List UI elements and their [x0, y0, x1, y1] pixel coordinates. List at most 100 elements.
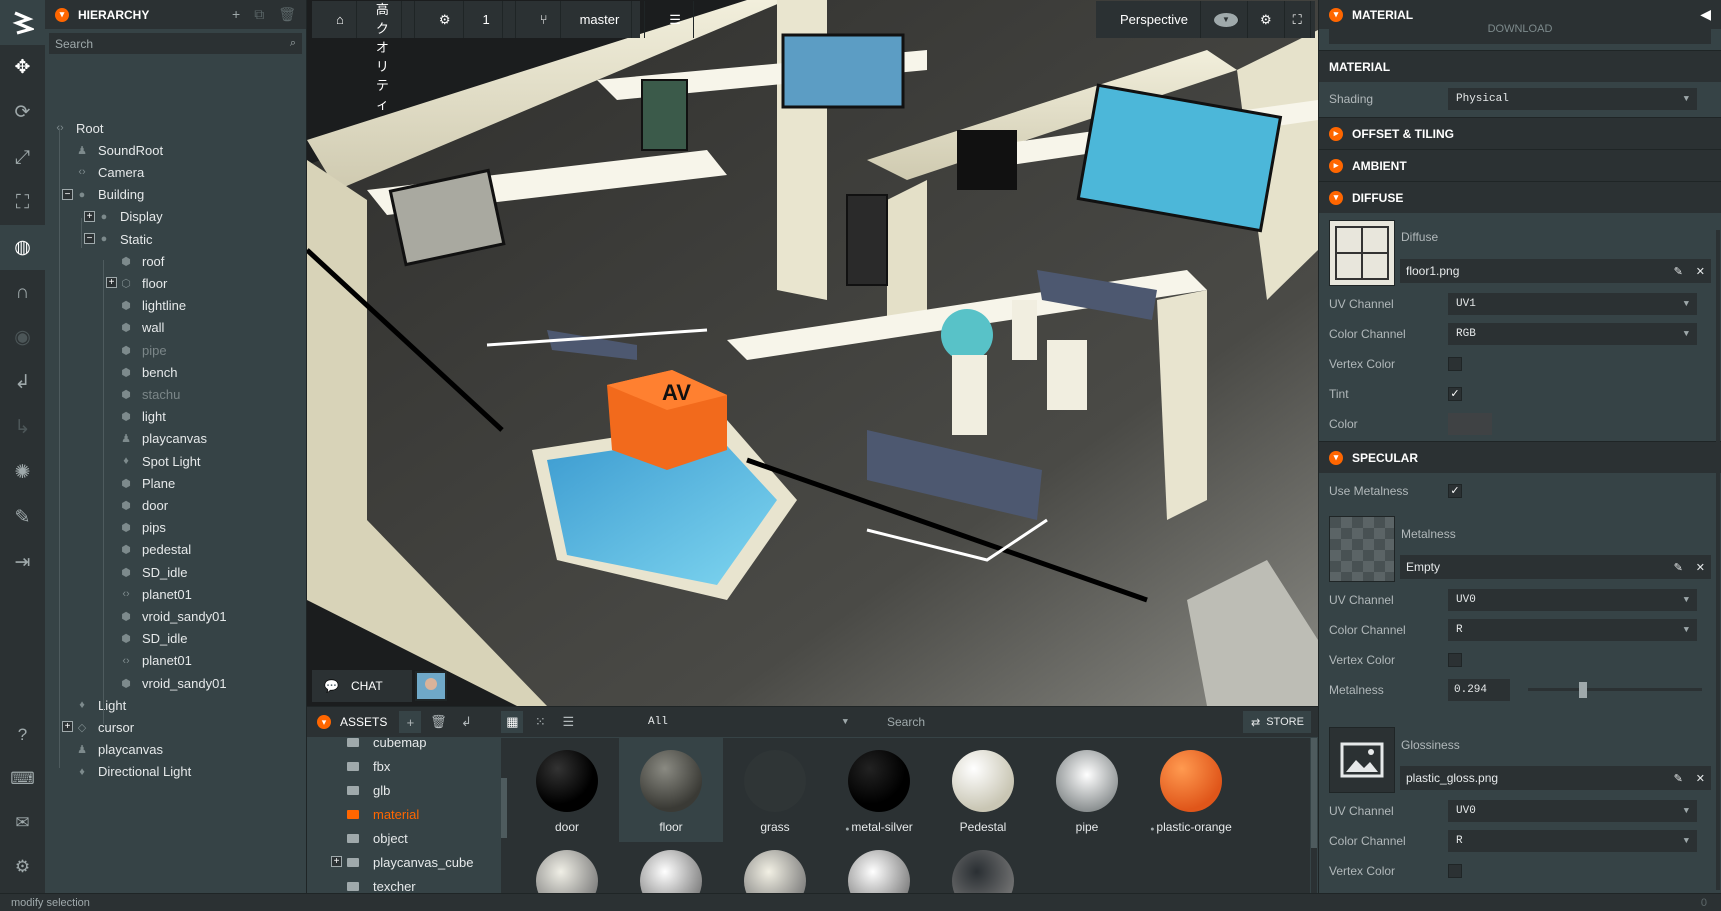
hierarchy-node[interactable]: ⬢ pipe: [119, 338, 166, 362]
redo-icon[interactable]: ↳: [0, 405, 45, 450]
world-space-icon[interactable]: ◍: [0, 225, 45, 270]
hierarchy-node[interactable]: ⬢ SD_idle: [119, 627, 187, 651]
playcanvas-logo[interactable]: [0, 0, 45, 45]
metalness-texture-thumbnail[interactable]: [1329, 516, 1395, 582]
hierarchy-node[interactable]: ⬢ SD_idle: [119, 560, 187, 584]
hierarchy-node[interactable]: ♟ SoundRoot: [75, 138, 163, 162]
hierarchy-node[interactable]: ● Display: [97, 205, 163, 229]
use-metalness-checkbox[interactable]: ✓: [1448, 484, 1462, 498]
hierarchy-search-input[interactable]: Search ⌕: [49, 33, 302, 54]
settings-gear-icon[interactable]: ⚙: [0, 852, 45, 882]
color-swatch[interactable]: [1448, 413, 1492, 435]
material-asset[interactable]: pipe: [1035, 738, 1139, 842]
expand-toggle-icon[interactable]: +: [62, 721, 73, 733]
delete-icon[interactable]: 🗑: [278, 6, 296, 23]
shading-select[interactable]: Physical ▼: [1448, 88, 1697, 110]
hierarchy-node[interactable]: ⬢ lightline: [119, 294, 186, 318]
vertex-color-checkbox[interactable]: [1448, 864, 1462, 878]
viewport-settings-icon[interactable]: ⚙: [1247, 1, 1285, 38]
hierarchy-node[interactable]: ⬢ pedestal: [119, 538, 191, 562]
grid-view-icon[interactable]: ▦: [501, 711, 524, 733]
asset-folder[interactable]: texcher: [347, 874, 416, 894]
expand-toggle-icon[interactable]: +: [331, 856, 342, 867]
collapse-icon[interactable]: ▾: [1329, 7, 1343, 22]
collapse-toggle-icon[interactable]: −: [62, 188, 73, 200]
material-asset[interactable]: ● metal-silver: [827, 738, 931, 842]
hierarchy-node[interactable]: ♟ playcanvas: [75, 738, 163, 762]
chat-button[interactable]: 💬 CHAT: [312, 670, 412, 702]
resize-tool-icon[interactable]: ⛶: [0, 180, 45, 225]
download-button[interactable]: DOWNLOAD: [1329, 22, 1711, 44]
hierarchy-node[interactable]: ♦ Light: [75, 693, 126, 717]
hierarchy-node[interactable]: ‹› Camera: [75, 160, 144, 184]
publish-icon[interactable]: ⇥: [0, 540, 45, 585]
store-button[interactable]: ⇄ STORE: [1243, 711, 1311, 733]
edit-icon[interactable]: ✎: [1674, 561, 1683, 574]
expand-toggle-icon[interactable]: +: [84, 210, 95, 222]
edit-icon[interactable]: ✎: [1674, 265, 1683, 278]
undo-icon[interactable]: ↲: [0, 360, 45, 405]
metal-color-channel-select[interactable]: R ▼: [1448, 619, 1697, 641]
metalness-texture-field[interactable]: Empty ✎ ✕: [1400, 555, 1711, 579]
material-asset[interactable]: ● plastic-orange: [1139, 738, 1243, 842]
hierarchy-node[interactable]: ⬢ vroid_sandy01: [119, 671, 226, 695]
asset-scrollbar[interactable]: [1311, 738, 1317, 894]
clear-icon[interactable]: ✕: [1696, 561, 1705, 574]
scale-tool-icon[interactable]: ⤢: [0, 135, 45, 180]
hierarchy-node[interactable]: ♦ Directional Light: [75, 760, 191, 784]
material-preview-sphere[interactable]: [640, 850, 702, 894]
hierarchy-node[interactable]: ‹› planet01: [119, 582, 192, 606]
project-home-button[interactable]: ⌂V美術館 高クオリティ: [312, 1, 415, 112]
diffuse-section[interactable]: ▾ DIFFUSE: [1319, 181, 1721, 213]
list-button[interactable]: ☰: [645, 1, 706, 38]
asset-folder[interactable]: playcanvas_cube +: [331, 850, 473, 874]
hierarchy-node[interactable]: ⬢ Plane: [119, 471, 175, 495]
asset-folder[interactable]: object: [347, 826, 408, 850]
metalness-slider-handle[interactable]: [1579, 682, 1588, 698]
asset-undo-icon[interactable]: ↲: [455, 711, 477, 733]
diffuse-color-channel-select[interactable]: RGB ▼: [1448, 323, 1697, 345]
material-asset[interactable]: Pedestal: [931, 738, 1035, 842]
launch-play-icon[interactable]: ▶: [1311, 1, 1318, 38]
camera-select[interactable]: Perspective: [1096, 1, 1206, 38]
collapse-icon[interactable]: ▾: [317, 715, 331, 729]
hierarchy-node[interactable]: ‹› planet01: [119, 649, 192, 673]
clear-icon[interactable]: ✕: [1696, 772, 1705, 785]
hierarchy-node[interactable]: ⬢ roof: [119, 249, 164, 273]
feedback-icon[interactable]: ✉: [0, 808, 45, 838]
vertex-color-checkbox[interactable]: [1448, 357, 1462, 371]
hierarchy-node[interactable]: ⬢ stachu: [119, 382, 180, 406]
material-asset[interactable]: grass: [723, 738, 827, 842]
metal-uv-select[interactable]: UV0 ▼: [1448, 589, 1697, 611]
asset-filter-select[interactable]: All ▼: [638, 711, 858, 733]
details-view-icon[interactable]: ☰: [557, 711, 579, 733]
duplicate-icon[interactable]: ⧉: [254, 6, 264, 23]
hierarchy-node[interactable]: ⬢ vroid_sandy01: [119, 604, 226, 628]
hierarchy-node[interactable]: ‹› Root: [53, 116, 103, 140]
offset-tiling-section[interactable]: ▸ OFFSET & TILING: [1319, 117, 1721, 149]
clear-icon[interactable]: ✕: [1696, 265, 1705, 278]
asset-folder[interactable]: cubemap: [347, 738, 426, 754]
rotate-tool-icon[interactable]: ⟳: [0, 90, 45, 135]
collapse-toggle-icon[interactable]: −: [84, 233, 95, 244]
snap-magnet-icon[interactable]: ∩: [0, 270, 45, 315]
settings-button[interactable]: ⚙ 1: [415, 1, 516, 38]
gloss-uv-select[interactable]: UV0 ▼: [1448, 800, 1697, 822]
asset-search-input[interactable]: Search: [877, 711, 1105, 733]
small-grid-view-icon[interactable]: ⁙: [529, 711, 551, 733]
gloss-color-channel-select[interactable]: R ▼: [1448, 830, 1697, 852]
material-asset[interactable]: door: [515, 738, 619, 842]
lightmap-bulb-icon[interactable]: ✺: [0, 450, 45, 495]
delete-asset-icon[interactable]: 🗑: [427, 711, 449, 733]
hierarchy-node[interactable]: ● Static: [97, 227, 153, 251]
focus-eye-icon[interactable]: ◉: [0, 315, 45, 360]
scene-render[interactable]: [307, 0, 1318, 706]
add-entity-icon[interactable]: +: [232, 6, 240, 23]
hierarchy-node[interactable]: ⬢ wall: [119, 316, 164, 340]
diffuse-texture-field[interactable]: floor1.png ✎ ✕: [1400, 259, 1711, 283]
glossiness-texture-thumbnail[interactable]: [1329, 727, 1395, 793]
hierarchy-node[interactable]: ♟ playcanvas: [119, 427, 207, 451]
avatar[interactable]: [415, 671, 447, 701]
material-asset[interactable]: floor: [619, 738, 723, 842]
material-preview-sphere[interactable]: [536, 850, 598, 894]
